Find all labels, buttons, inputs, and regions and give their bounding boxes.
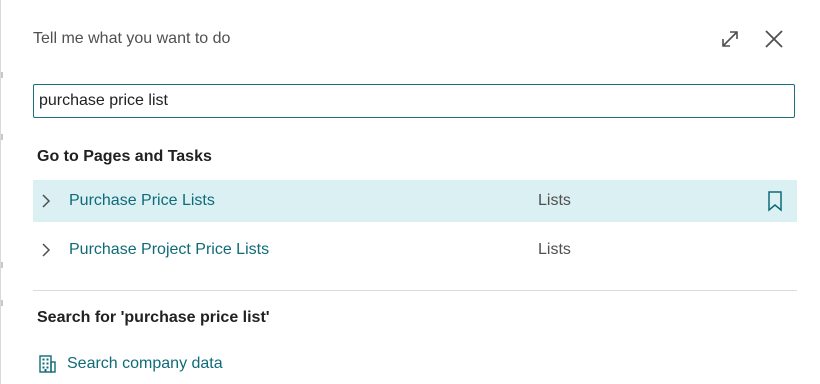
tell-me-dialog: Tell me what you want to do Go to Pages … [0, 0, 820, 384]
expand-icon [722, 31, 738, 47]
result-row-purchase-price-lists[interactable]: Purchase Price Lists Lists [33, 180, 797, 222]
result-name[interactable]: Purchase Project Price Lists [69, 241, 269, 259]
search-input[interactable] [39, 92, 794, 110]
dialog-title: Tell me what you want to do [33, 30, 231, 47]
result-name[interactable]: Purchase Price Lists [69, 192, 215, 210]
chevron-right-icon [42, 243, 51, 257]
result-row-purchase-project-price-lists[interactable]: Purchase Project Price Lists Lists [33, 229, 797, 271]
search-company-data-label[interactable]: Search company data [67, 355, 223, 373]
chevron-right-icon [42, 194, 51, 208]
result-category: Lists [538, 192, 571, 209]
pages-section-title: Go to Pages and Tasks [37, 148, 212, 165]
building-icon [39, 355, 56, 373]
close-icon [765, 30, 783, 48]
expand-button[interactable] [717, 26, 743, 52]
section-divider [33, 290, 797, 291]
result-category: Lists [538, 241, 571, 258]
search-section-title: Search for 'purchase price list' [37, 309, 270, 326]
search-company-data-link[interactable]: Search company data [37, 352, 223, 376]
close-button[interactable] [761, 26, 787, 52]
bookmark-icon[interactable] [766, 190, 784, 212]
search-box[interactable] [33, 84, 795, 118]
